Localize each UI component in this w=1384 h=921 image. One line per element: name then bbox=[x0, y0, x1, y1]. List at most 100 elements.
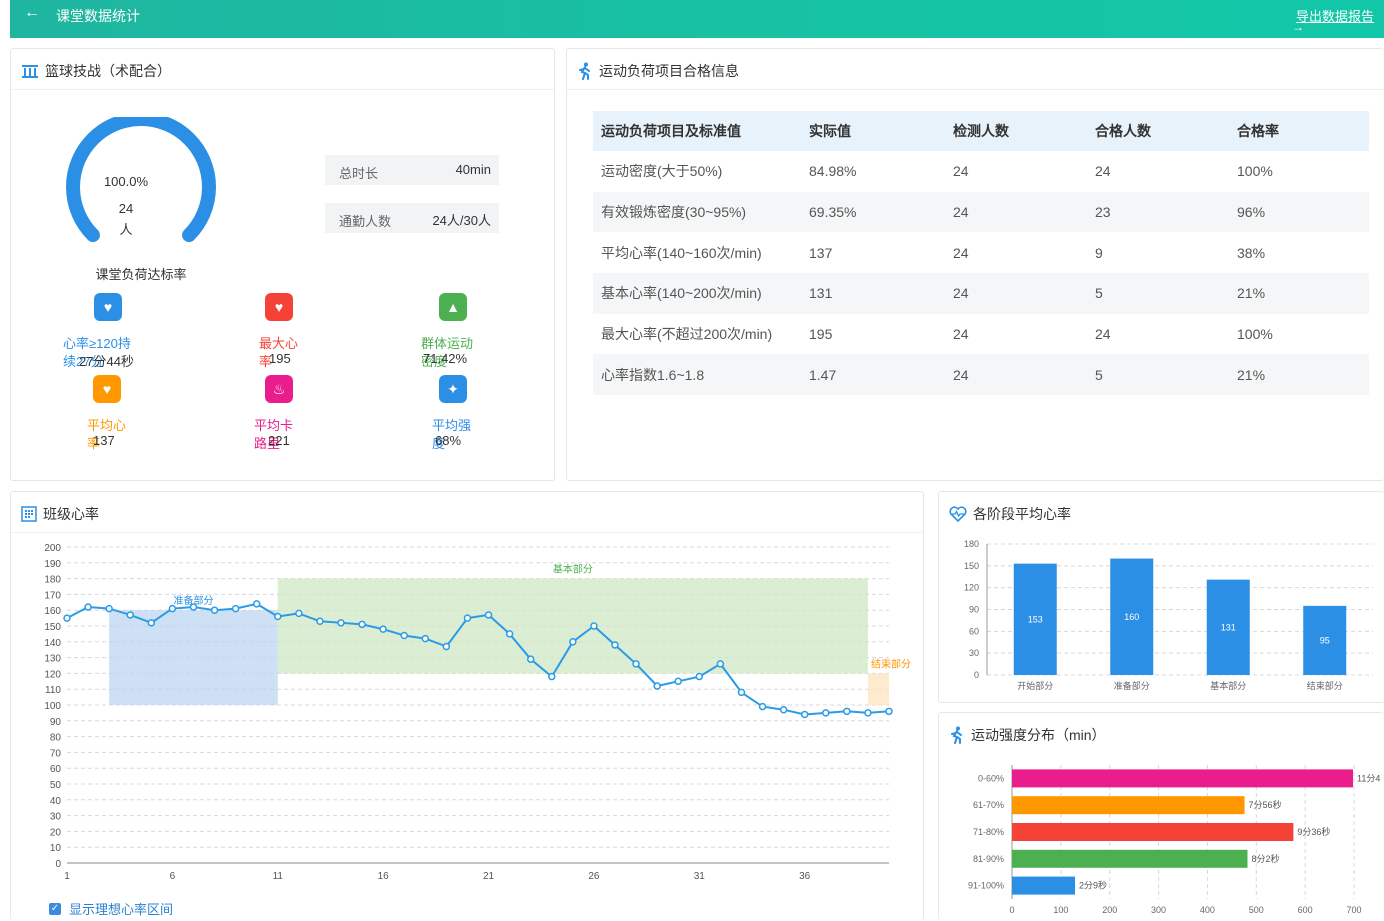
x-tick-label: 1 bbox=[64, 871, 70, 882]
hr-point[interactable] bbox=[442, 642, 451, 651]
y-tick-label: 150 bbox=[44, 622, 61, 633]
table-cell: 21% bbox=[1229, 354, 1369, 396]
stat-label: 群体运动 bbox=[421, 336, 474, 351]
top-bar: ← 课堂数据统计 导出数据报告 → bbox=[10, 0, 1384, 38]
hr-point[interactable] bbox=[885, 707, 893, 716]
table-row: 运动密度(大于50%) 84.98% 24 24 100% bbox=[593, 151, 1369, 192]
divider bbox=[567, 89, 1384, 90]
hr-point[interactable] bbox=[189, 603, 198, 611]
export-arrow-icon[interactable]: → bbox=[1292, 20, 1304, 34]
export-report-link[interactable]: 导出数据报告 bbox=[1296, 6, 1374, 25]
hr-point[interactable] bbox=[822, 709, 830, 717]
divider bbox=[11, 89, 554, 90]
intensity-title: 运动强度分布（min） bbox=[971, 727, 1106, 743]
runner-icon bbox=[579, 62, 590, 80]
stage-hr-title: 各阶段平均心率 bbox=[973, 506, 1071, 522]
hr-point[interactable] bbox=[632, 660, 640, 668]
intensity-bar[interactable] bbox=[1012, 823, 1294, 841]
col-header: 检测人数 bbox=[945, 111, 1087, 151]
table-cell: 平均心率(140~160次/min) bbox=[601, 244, 762, 261]
hr-point[interactable] bbox=[611, 641, 619, 649]
hr-point[interactable] bbox=[674, 677, 682, 686]
table-cell: 心率指数1.6~1.8 bbox=[593, 354, 801, 396]
intensity-bar[interactable] bbox=[1012, 876, 1076, 895]
info-key: 总时长 bbox=[339, 166, 379, 181]
col-header: 实际值 bbox=[801, 111, 945, 151]
checkbox-checked-icon[interactable]: ✓ bbox=[49, 902, 61, 915]
table-cell: 5 bbox=[1087, 354, 1229, 396]
y-tick-label: 130 bbox=[44, 654, 61, 665]
hr-point[interactable] bbox=[274, 612, 282, 621]
page-title: 课堂数据统计 bbox=[56, 8, 140, 24]
hr-point[interactable] bbox=[147, 619, 156, 627]
hr-point[interactable] bbox=[84, 603, 92, 611]
hr-point[interactable] bbox=[590, 622, 598, 630]
ideal-zone-toggle[interactable]: ✓ 显示理想心率区间 bbox=[49, 899, 173, 918]
intensity-bar[interactable] bbox=[1012, 769, 1354, 788]
heart-pulse-icon: ♥ bbox=[265, 293, 293, 321]
hr-point[interactable] bbox=[105, 604, 113, 613]
gauge-percent: 100.0% bbox=[103, 174, 149, 189]
hr-point[interactable] bbox=[716, 660, 725, 668]
hr-point[interactable] bbox=[569, 638, 577, 646]
hr-point[interactable] bbox=[653, 682, 661, 690]
hr-point[interactable] bbox=[168, 604, 177, 613]
y-tick-label: 160 bbox=[44, 606, 61, 617]
x-tick-label: 400 bbox=[1200, 905, 1215, 915]
runner-icon bbox=[951, 726, 962, 744]
hr-point[interactable] bbox=[526, 655, 535, 663]
hr-point[interactable] bbox=[337, 619, 345, 627]
hr-point[interactable] bbox=[295, 609, 303, 618]
info-value: 40min bbox=[455, 162, 491, 177]
stat-group-density: ▲ 群体运动 密度 71.42% bbox=[421, 293, 541, 373]
hr-point[interactable] bbox=[463, 614, 472, 622]
hr-point[interactable] bbox=[316, 617, 324, 626]
table-cell: 23 bbox=[1087, 191, 1229, 233]
bar-value-label: 160 bbox=[1124, 612, 1139, 622]
y-tick-label: 50 bbox=[50, 780, 62, 791]
table-cell: 最大心率(不超过200次/min) bbox=[601, 326, 773, 343]
hr-point[interactable] bbox=[484, 611, 493, 619]
gauge-count: 24 bbox=[118, 201, 134, 216]
hr-point[interactable] bbox=[843, 707, 851, 716]
table-cell: 137 bbox=[809, 244, 833, 261]
y-tick-label: 200 bbox=[44, 543, 61, 554]
hr-point[interactable] bbox=[400, 631, 408, 640]
hr-point[interactable] bbox=[421, 634, 430, 643]
stat-avg-calories: ♨ 平均卡 路里 221 bbox=[254, 375, 374, 455]
hr-point[interactable] bbox=[505, 630, 514, 638]
intensity-bar[interactable] bbox=[1012, 849, 1248, 868]
hr-point[interactable] bbox=[864, 709, 872, 717]
stat-value: 221 bbox=[268, 433, 290, 448]
hr-point[interactable] bbox=[126, 611, 134, 619]
y-tick-label: 0 bbox=[974, 670, 979, 680]
hr-point[interactable] bbox=[210, 606, 219, 614]
hr-point[interactable] bbox=[695, 672, 704, 681]
y-tick-label: 180 bbox=[964, 539, 979, 549]
intensity-bar[interactable] bbox=[1012, 796, 1245, 815]
x-tick-label: 结束部分 bbox=[1307, 680, 1343, 691]
y-tick-label: 180 bbox=[44, 575, 61, 586]
hr-point[interactable] bbox=[358, 620, 366, 629]
stat-label: 平均心 bbox=[87, 418, 127, 433]
stat-max-hr: ♥ 最大心 率 195 bbox=[259, 293, 379, 373]
hr-point[interactable] bbox=[548, 672, 556, 681]
hr-point[interactable] bbox=[758, 702, 767, 711]
back-arrow-icon[interactable]: ← bbox=[24, 4, 40, 22]
hr-point[interactable] bbox=[379, 625, 387, 633]
hr-point[interactable] bbox=[737, 688, 746, 697]
hr-point[interactable] bbox=[252, 600, 261, 608]
y-tick-label: 30 bbox=[969, 648, 979, 658]
bar-value-label: 2分9秒 bbox=[1079, 880, 1107, 891]
intensity-header: 运动强度分布（min） bbox=[949, 725, 1106, 745]
x-tick-label: 开始部分 bbox=[1017, 680, 1053, 691]
y-tick-label: 170 bbox=[44, 590, 61, 601]
hr-point[interactable] bbox=[231, 604, 240, 613]
hr-point[interactable] bbox=[779, 705, 788, 714]
x-tick-label: 6 bbox=[170, 871, 176, 882]
table-row: 平均心率(140~160次/min) 137 24 9 38% bbox=[593, 232, 1369, 273]
hr-point[interactable] bbox=[63, 614, 71, 622]
hr-point[interactable] bbox=[800, 710, 809, 719]
intensity-hbar-chart: 0 100 200 300 400 500 600 700 0-60% 11分4 61-70% 7分5… bbox=[968, 765, 1380, 915]
ideal-zone-label[interactable]: 显示理想心率区间 bbox=[69, 899, 173, 918]
